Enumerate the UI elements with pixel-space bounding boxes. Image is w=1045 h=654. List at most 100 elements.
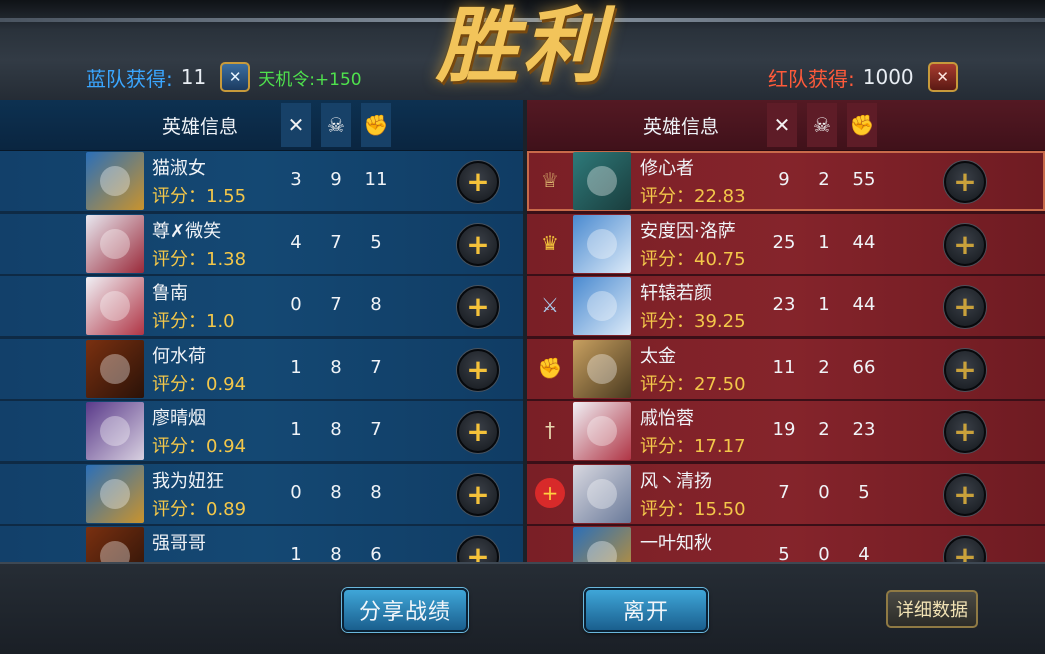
heart-plus-icon: + [535,478,565,508]
detailed-data-button[interactable]: 详细数据 [886,590,978,628]
add-friend-button[interactable]: + [944,474,986,516]
add-friend-button[interactable]: + [944,161,986,203]
hero-avatar [86,152,144,210]
skull-deaths-icon: ☠ [807,103,837,147]
red-player-row[interactable]: ✊ 太金 评分：27.50 11 2 66 + [527,339,1045,399]
red-score-value: 1000 [862,65,914,89]
add-friend-button[interactable]: + [457,286,499,328]
player-rating: 评分：1.0 [152,311,235,332]
laurel-award-icon: ♕ [541,168,559,192]
blue-player-row[interactable]: 何水荷 评分：0.94 1 8 7 + [0,339,523,399]
add-friend-button[interactable]: + [457,349,499,391]
assists: 44 [852,294,876,315]
assists: 8 [370,294,382,315]
deaths: 7 [330,294,342,315]
hero-avatar [573,215,631,273]
blue-player-row[interactable]: 猫淑女 评分：1.55 3 9 11 + [0,151,523,211]
hero-avatar [86,465,144,523]
player-rating: 评分：1.38 [152,249,247,270]
add-friend-button[interactable]: + [457,536,499,562]
assists: 23 [852,419,876,440]
blue-player-row[interactable]: 我为妞狂 评分：0.89 0 8 8 + [0,464,523,524]
red-player-row[interactable]: ⚔ 轩辕若颜 评分：39.25 23 1 44 + [527,276,1045,336]
player-rating: 评分：22.83 [640,186,746,207]
deaths: 9 [330,169,342,190]
deaths: 0 [818,482,830,503]
fist-icon: ✊ [537,356,563,380]
red-player-row[interactable]: ♛ 安度因·洛萨 评分：40.75 25 1 44 + [527,214,1045,274]
blue-score-value: 11 [180,65,207,89]
player-rating: 评分：0.94 [152,374,247,395]
player-rating: 评分：40.75 [640,249,746,270]
kills: 9 [778,169,790,190]
hero-avatar [86,340,144,398]
hero-avatar [573,277,631,335]
sword-icon: † [545,418,555,442]
assists: 6 [370,544,382,562]
player-name: 鲁南 [152,283,188,304]
player-rating: 评分：17.17 [640,436,746,457]
kills: 0 [290,294,302,315]
red-player-row[interactable]: 一叶知秋 5 0 4 + [527,526,1045,562]
blue-player-row[interactable]: 强哥哥 1 8 6 + [0,526,523,562]
crossed-swords-kills-icon: ✕ [281,103,311,147]
assists: 4 [858,544,870,562]
kills: 23 [772,294,796,315]
hero-avatar [573,340,631,398]
red-header: 英雄信息 ✕ ☠ ✊ [527,100,1045,151]
hero-avatar [573,402,631,460]
red-player-row[interactable]: ♕ 修心者 评分：22.83 9 2 55 + [527,151,1045,211]
player-name: 我为妞狂 [152,471,224,492]
deaths: 8 [330,544,342,562]
add-friend-button[interactable]: + [457,411,499,453]
blue-player-row[interactable]: 鲁南 评分：1.0 0 7 8 + [0,276,523,336]
blue-player-row[interactable]: 尊✗微笑 评分：1.38 4 7 5 + [0,214,523,274]
add-friend-button[interactable]: + [944,224,986,266]
player-rating: 评分：1.55 [152,186,247,207]
player-rating: 评分：27.50 [640,374,746,395]
blue-player-row[interactable]: 廖晴烟 评分：0.94 1 8 7 + [0,401,523,461]
add-friend-button[interactable]: + [944,536,986,562]
assists: 7 [370,357,382,378]
hero-avatar [86,215,144,273]
red-player-row[interactable]: + 风丶清扬 评分：15.50 7 0 5 + [527,464,1045,524]
add-friend-button[interactable]: + [944,411,986,453]
player-name: 猫淑女 [152,158,206,179]
assists: 66 [852,357,876,378]
kills: 1 [290,419,302,440]
fist-assists-icon: ✊ [847,103,877,147]
blue-team-score: 蓝队获得: 11 ✕ 天机令:+150 [86,60,362,94]
kills: 19 [772,419,796,440]
tianji-reward: 天机令:+150 [258,69,362,90]
player-name: 安度因·洛萨 [640,221,736,242]
hero-avatar [86,402,144,460]
deaths: 2 [818,419,830,440]
red-header-title: 英雄信息 [643,116,720,138]
fist-assists-icon: ✊ [361,103,391,147]
assists: 8 [370,482,382,503]
add-friend-button[interactable]: + [457,474,499,516]
hero-avatar [573,527,631,562]
add-friend-button[interactable]: + [944,286,986,328]
kills: 1 [290,544,302,562]
share-results-button[interactable]: 分享战绩 [342,588,468,632]
player-name: 风丶清扬 [640,471,712,492]
deaths: 8 [330,419,342,440]
add-friend-button[interactable]: + [457,161,499,203]
deaths: 1 [818,294,830,315]
hero-avatar [573,152,631,210]
red-score-label: 红队获得: [768,66,855,91]
leave-button[interactable]: 离开 [584,588,708,632]
red-team-panel: 英雄信息 ✕ ☠ ✊ ♕ 修心者 评分：22.83 9 2 55 + ♛ 安度因… [527,100,1045,562]
add-friend-button[interactable]: + [457,224,499,266]
red-player-row[interactable]: † 戚怡蓉 评分：17.17 19 2 23 + [527,401,1045,461]
blue-team-panel: 英雄信息 ✕ ☠ ✊ 猫淑女 评分：1.55 3 9 11 + 尊✗微笑 评分：… [0,100,523,562]
kills: 0 [290,482,302,503]
deaths: 7 [330,232,342,253]
add-friend-button[interactable]: + [944,349,986,391]
assists: 55 [852,169,876,190]
blue-header-title: 英雄信息 [162,116,239,138]
kills: 4 [290,232,302,253]
player-name: 强哥哥 [152,533,206,554]
kills: 5 [778,544,790,562]
